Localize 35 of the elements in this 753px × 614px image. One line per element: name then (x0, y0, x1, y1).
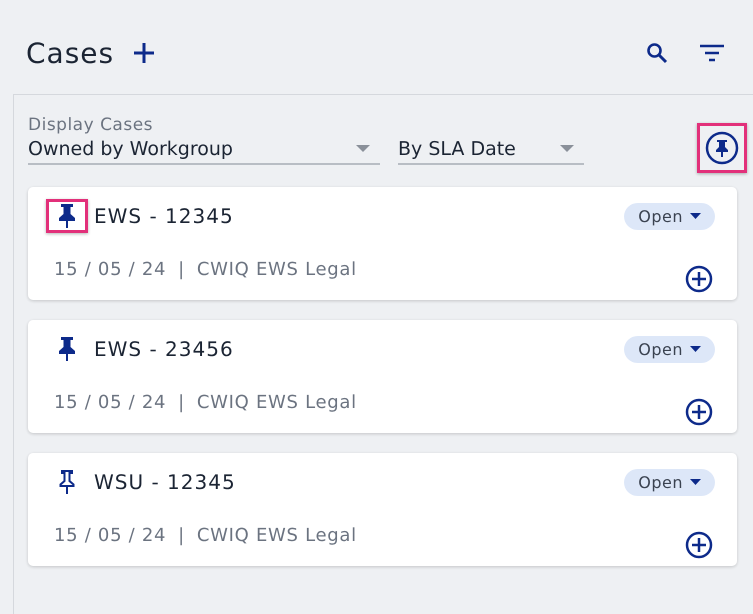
case-card[interactable]: EWS - 23456 Open 15 / 05 / 24 | CWIQ EWS Legal (28, 320, 737, 433)
case-group: CWIQ EWS Legal (196, 392, 357, 412)
add-circle-icon[interactable] (685, 265, 713, 293)
status-dropdown[interactable]: Open (624, 336, 715, 362)
caret-icon (356, 145, 370, 153)
case-card[interactable]: WSU - 12345 Open 15 / 05 / 24 | CWIQ EWS Legal (28, 453, 737, 566)
case-group: CWIQ EWS Legal (196, 524, 357, 546)
add-icon[interactable] (132, 41, 156, 65)
case-title: EWS - 23456 (94, 337, 234, 361)
status-dropdown[interactable]: Open (624, 202, 715, 230)
dropdown-field[interactable]: By SLA Date (398, 135, 584, 165)
caret-icon (690, 479, 701, 485)
dropdown-field[interactable]: Owned by Workgroup (28, 135, 380, 165)
caret-icon (690, 346, 701, 352)
add-circle-icon[interactable] (685, 398, 713, 426)
separator: | (178, 258, 185, 280)
filter-icon[interactable] (699, 43, 725, 63)
page-title: Cases (26, 36, 114, 70)
case-date: 15 / 05 / 24 (54, 258, 166, 280)
case-date: 15 / 05 / 24 (54, 392, 166, 412)
separator: | (178, 524, 185, 546)
pin-toggle-button[interactable] (697, 123, 747, 173)
search-icon[interactable] (645, 41, 669, 65)
case-card[interactable]: EWS - 12345 Open 15 / 05 / 24 | CWIQ EWS Legal (28, 187, 737, 300)
case-group: CWIQ EWS Legal (196, 258, 357, 280)
caret-icon (560, 145, 574, 153)
status-dropdown[interactable]: Open (624, 468, 715, 496)
case-title: WSU - 12345 (94, 470, 236, 494)
separator: | (178, 392, 185, 412)
case-date: 15 / 05 / 24 (54, 524, 166, 546)
pin-icon[interactable] (46, 199, 88, 233)
display-cases-label: Display Cases (28, 115, 154, 135)
case-title: EWS - 12345 (94, 204, 234, 228)
add-circle-icon[interactable] (685, 531, 713, 559)
caret-icon (690, 213, 701, 219)
